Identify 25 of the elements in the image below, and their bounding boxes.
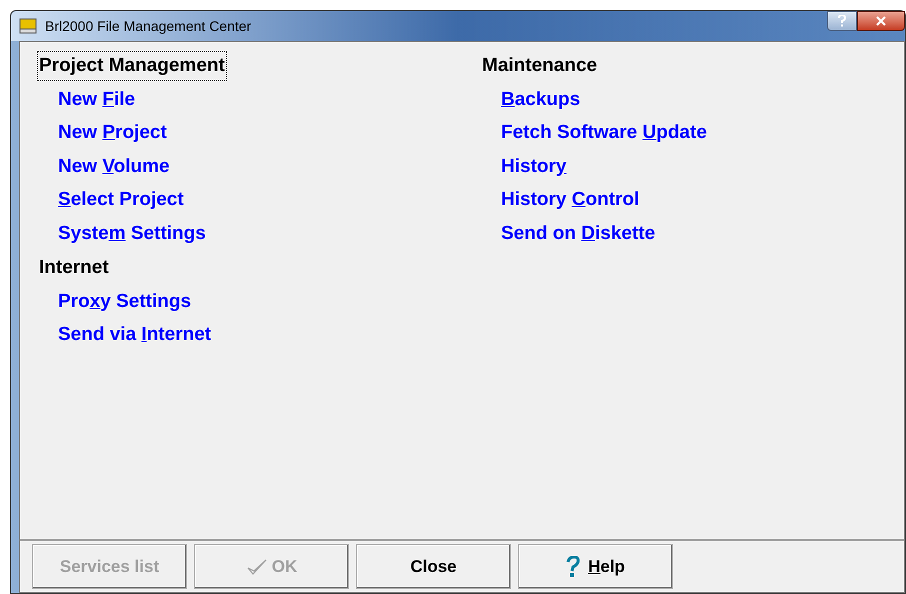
help-title-button[interactable] <box>827 11 857 31</box>
check-icon <box>246 558 268 576</box>
action-link[interactable]: New File <box>58 86 136 114</box>
action-link[interactable]: Send via Internet <box>58 321 212 350</box>
help-icon <box>566 556 580 578</box>
action-link[interactable]: Fetch Software Update <box>501 119 707 148</box>
help-button[interactable]: Help <box>518 544 673 589</box>
section-heading: Maintenance <box>481 54 598 78</box>
action-link[interactable]: Proxy Settings <box>58 288 192 316</box>
action-link[interactable]: History Control <box>501 186 640 215</box>
action-link[interactable]: History <box>501 152 566 182</box>
action-link[interactable]: Backups <box>501 86 580 114</box>
action-link[interactable]: Send on Diskette <box>501 220 656 248</box>
close-button[interactable] <box>857 11 905 31</box>
action-link[interactable]: System Settings <box>58 220 206 248</box>
close-icon <box>876 16 886 26</box>
action-link[interactable]: New Volume <box>58 152 170 182</box>
action-link[interactable]: Select Project <box>58 186 184 215</box>
dialog-button[interactable]: Close <box>356 544 511 589</box>
action-link[interactable]: New Project <box>58 119 167 148</box>
section-heading: Internet <box>38 256 110 280</box>
section-heading: Project Management <box>37 50 227 82</box>
app-icon <box>19 18 37 34</box>
question-icon <box>838 15 846 27</box>
window-title: Brl2000 File Management Center <box>45 16 252 36</box>
